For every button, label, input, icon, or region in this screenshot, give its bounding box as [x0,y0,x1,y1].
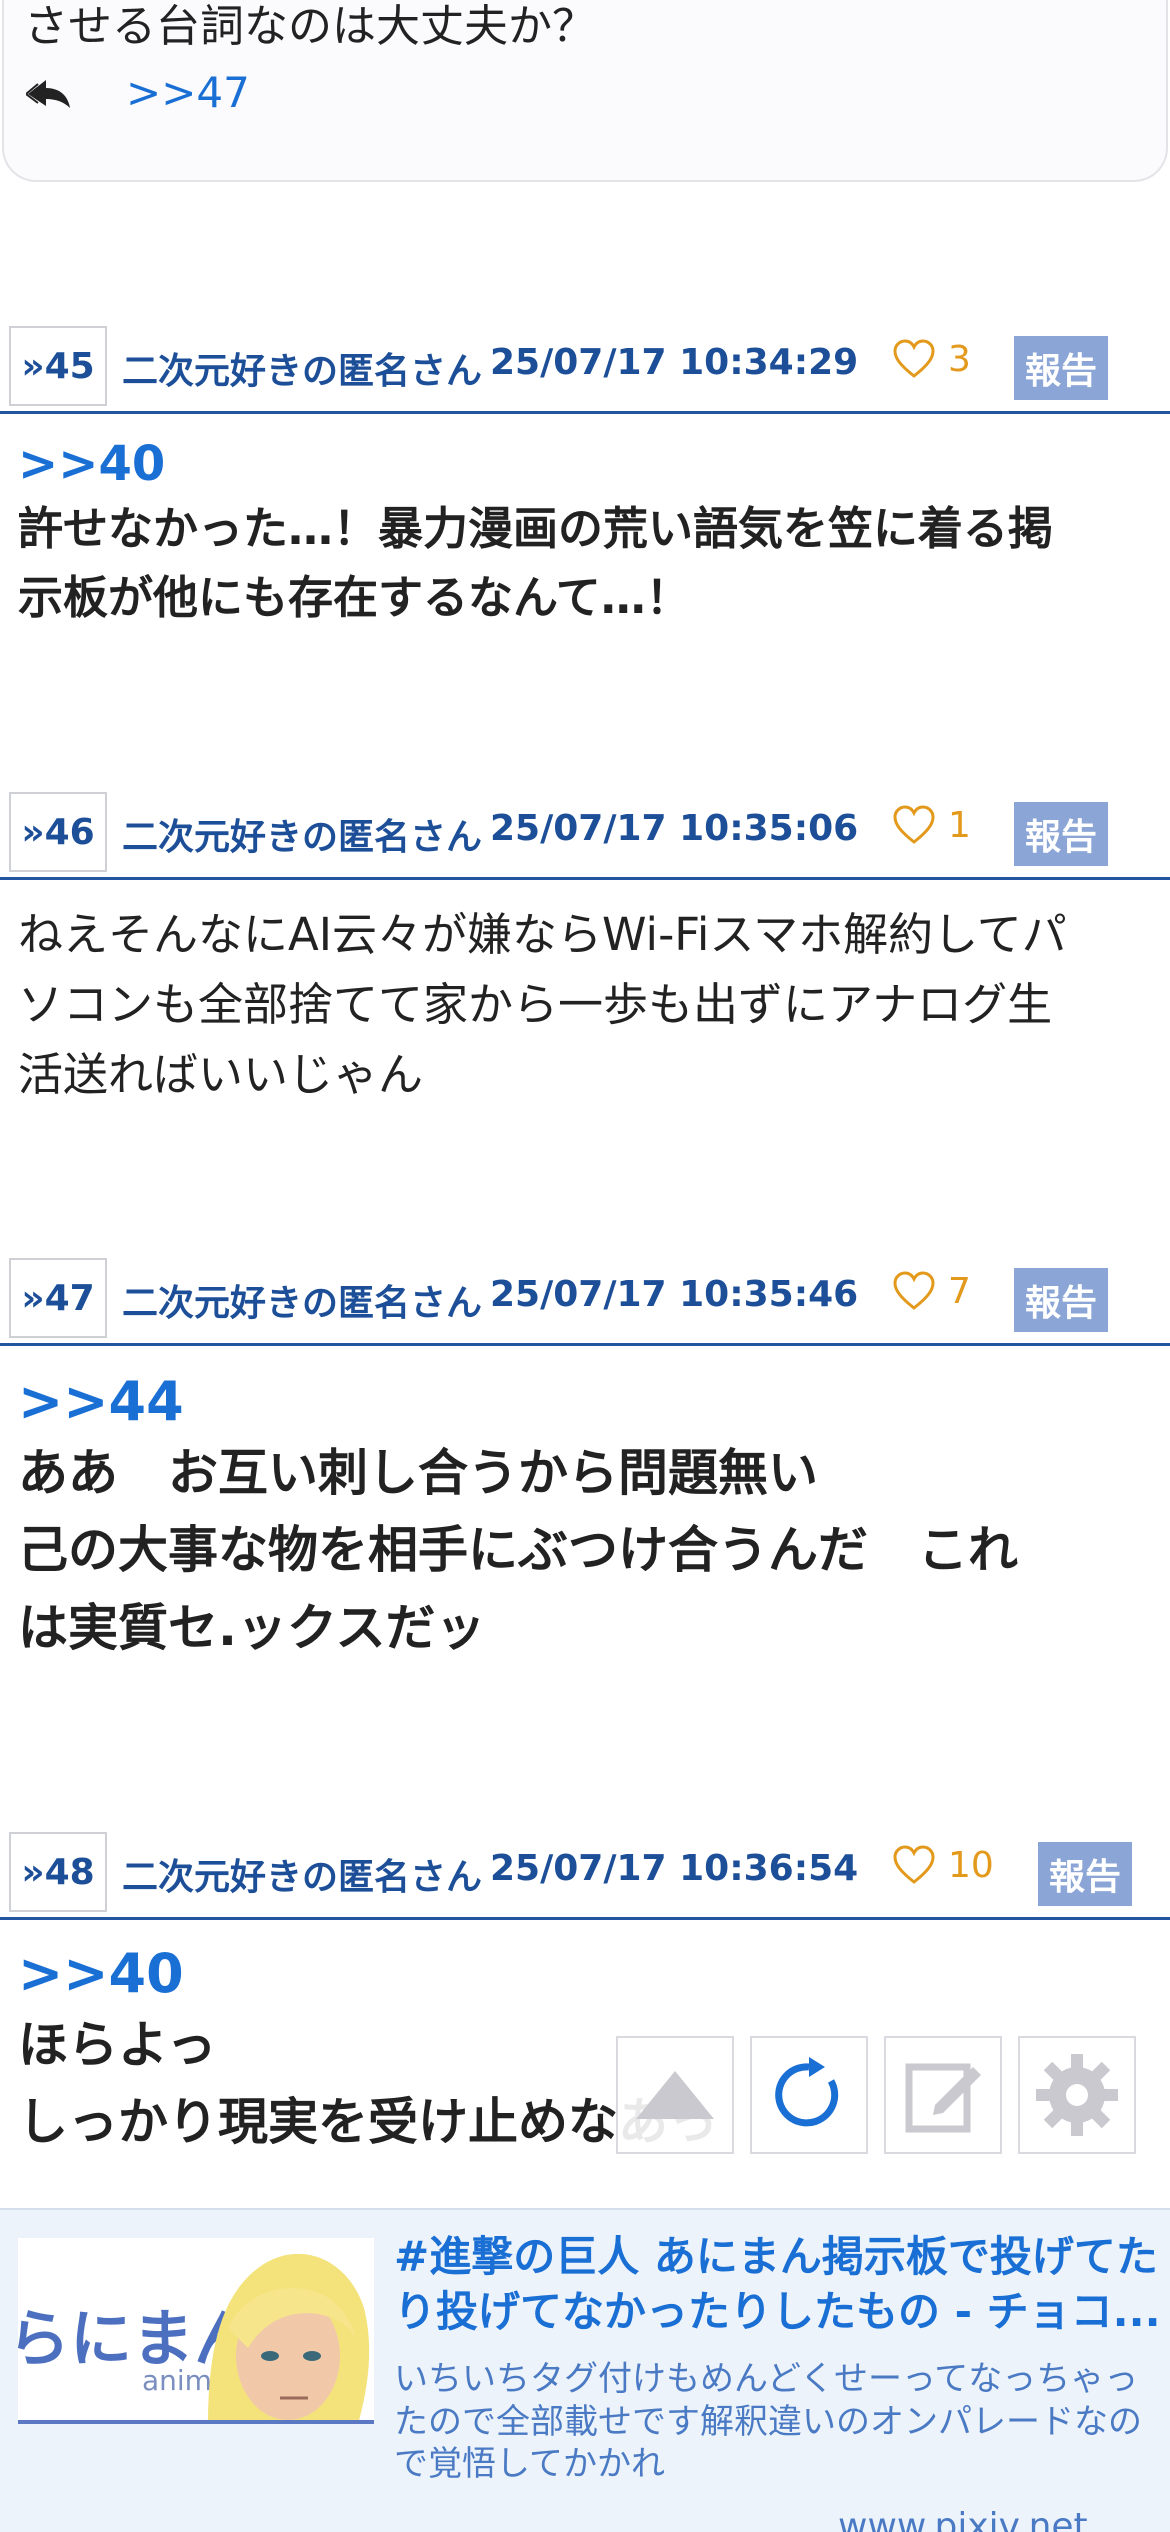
post-line: ああ お互い刺し合うから問題無い [18,1443,818,1502]
reply-anchor-link[interactable]: >>40 [18,1942,1158,2007]
post-body-47: >>44 ああ お互い刺し合うから問題無い 己の大事な物を相手にぶつけ合うんだ … [18,1370,1158,1667]
reply-anchor-link[interactable]: >>40 [18,436,1158,494]
post-author: 二次元好きの匿名さん [122,1857,483,1898]
gear-icon [1036,2054,1118,2136]
post-header-46: »46 二次元好きの匿名さん 25/07/17 10:35:06 1 報告 [0,784,1170,880]
post-line: は実質セ.ックスだッ [18,1598,486,1657]
post-line: ねえそんなにAI云々が嫌ならWi-Fiスマホ解約してパ [18,908,1067,961]
post-datetime: 25/07/17 10:35:46 [490,1274,859,1315]
reply-all-icon[interactable] [26,78,72,108]
post-datetime: 25/07/17 10:36:54 [490,1848,859,1889]
post-number-button[interactable]: »46 [9,792,107,872]
post-author: 二次元好きの匿名さん [122,1283,483,1324]
heart-icon [893,1845,935,1884]
post-line: 許せなかった…！暴力漫画の荒い語気を笠に着る掲 [18,501,1054,555]
link-domain: www.pixiv.net [838,2506,1088,2532]
like-count: 3 [948,338,971,380]
post-datetime: 25/07/17 10:35:06 [490,808,859,849]
up-arrow-icon [636,2071,714,2119]
heart-icon [893,339,935,378]
like-count: 7 [948,1270,971,1312]
like-button[interactable]: 3 [892,338,971,380]
link-description: いちいちタグ付けもめんどくせーってなっちゃったので全部載せです解釈違いのオンパレ… [394,2359,1142,2484]
post-header-48: »48 二次元好きの匿名さん 25/07/17 10:36:54 10 報告 [0,1824,1170,1920]
post-body-45: >>40 許せなかった…！暴力漫画の荒い語気を笠に着る掲 示板が他にも存在するな… [18,436,1158,633]
post-number-button[interactable]: »45 [9,326,107,406]
like-button[interactable]: 10 [892,1844,994,1886]
like-count: 1 [948,804,971,846]
previous-post-card: させる台詞なのは大丈夫か？ >>47 [2,0,1168,182]
settings-button[interactable] [1018,2036,1136,2154]
scroll-top-button[interactable] [616,2036,734,2154]
post-body-46: ねえそんなにAI云々が嫌ならWi-Fiスマホ解約してパ ソコンも全部捨てて家から… [18,900,1158,1109]
post-header-45: »45 二次元好きの匿名さん 25/07/17 10:34:29 3 報告 [0,318,1170,414]
post-header-47: »47 二次元好きの匿名さん 25/07/17 10:35:46 7 報告 [0,1250,1170,1346]
link-preview-card[interactable]: らにまん anim #進撃の巨人 あにまん掲示板で投げてたり投げてなかったりした… [0,2208,1170,2532]
post-line: ソコンも全部捨てて家から一歩も出ずにアナログ生 [18,977,1053,1031]
post-line: 示板が他にも存在するなんて…！ [18,571,691,625]
edit-icon [905,2063,981,2133]
reply-anchor-link[interactable]: >>44 [18,1370,1158,1435]
post-author: 二次元好きの匿名さん [122,351,483,392]
link-title[interactable]: #進撃の巨人 あにまん掲示板で投げてたり投げてなかったりしたもの - チョコ..… [394,2230,1164,2339]
post-number-button[interactable]: »48 [9,1832,107,1912]
post-datetime: 25/07/17 10:34:29 [490,342,859,383]
post-line: 活送ればいいじゃん [18,1047,424,1101]
post-line: 己の大事な物を相手にぶつけ合うんだ これ [18,1521,1018,1580]
previous-post-text: させる台詞なのは大丈夫か？ [24,1,596,52]
refresh-button[interactable] [750,2036,868,2154]
character-illustration-icon [208,2253,370,2420]
report-button[interactable]: 報告 [1014,1268,1108,1332]
reply-link[interactable]: >>47 [126,68,250,117]
compose-button[interactable] [884,2036,1002,2154]
post-number-button[interactable]: »47 [9,1258,107,1338]
report-button[interactable]: 報告 [1014,802,1108,866]
reply-row: >>47 [26,68,250,117]
link-thumbnail: らにまん anim [18,2238,374,2424]
refresh-icon [775,2057,839,2127]
like-count: 10 [948,1844,994,1886]
report-button[interactable]: 報告 [1038,1842,1132,1906]
like-button[interactable]: 7 [892,1270,971,1312]
like-button[interactable]: 1 [892,804,971,846]
heart-icon [893,805,935,844]
heart-icon [893,1271,935,1310]
report-button[interactable]: 報告 [1014,336,1108,400]
post-author: 二次元好きの匿名さん [122,817,483,858]
